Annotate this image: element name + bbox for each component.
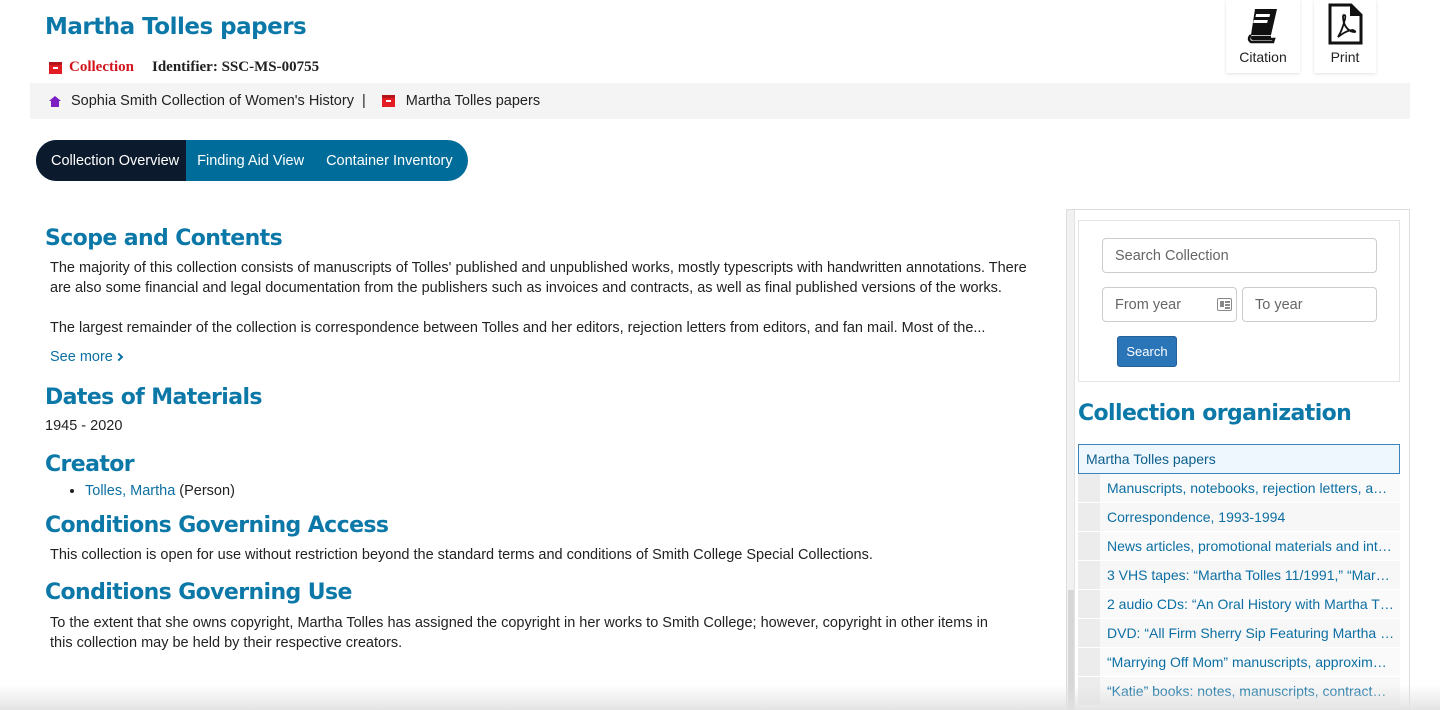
tab-finding-aid-view[interactable]: Finding Aid View bbox=[186, 140, 315, 181]
tree-indent bbox=[1078, 561, 1100, 590]
breadcrumb: Sophia Smith Collection of Women's Histo… bbox=[30, 83, 1410, 119]
sidebar: Search Collection From year To year Sear… bbox=[1066, 209, 1410, 710]
tree-indent bbox=[1078, 532, 1100, 561]
tree-item[interactable]: Correspondence, 1993-1994 bbox=[1078, 503, 1400, 532]
tree-item[interactable]: Manuscripts, notebooks, rejection letter… bbox=[1078, 474, 1400, 503]
tab-container-inventory[interactable]: Container Inventory bbox=[315, 140, 468, 181]
tree-indent bbox=[1078, 619, 1100, 648]
from-year-placeholder: From year bbox=[1115, 296, 1182, 313]
scope-paragraph-1: The majority of this collection consists… bbox=[50, 260, 1027, 296]
record-identifier: Identifier: SSC-MS-00755 bbox=[152, 59, 320, 75]
tree-root-item[interactable]: Martha Tolles papers bbox=[1078, 444, 1400, 474]
tree-item-label[interactable]: 3 VHS tapes: “Martha Tolles 11/1991,” “M… bbox=[1100, 561, 1400, 590]
tree-indent bbox=[1078, 677, 1100, 706]
collection-organization-heading: Collection organization bbox=[1078, 401, 1352, 426]
tree-indent bbox=[1078, 590, 1100, 619]
record-type-label: Collection bbox=[69, 59, 134, 75]
see-more-link[interactable]: See more bbox=[45, 349, 124, 365]
tree-item[interactable]: “Marrying Off Mom” manuscripts, approxim… bbox=[1078, 648, 1400, 677]
use-heading: Conditions Governing Use bbox=[45, 580, 352, 605]
record-meta: Collection Identifier: SSC-MS-00755 bbox=[49, 59, 319, 76]
chevron-right-icon bbox=[114, 352, 124, 362]
collection-search-form: Search Collection From year To year Sear… bbox=[1078, 220, 1400, 382]
pdf-file-icon bbox=[1328, 3, 1363, 45]
tree-item-label[interactable]: 2 audio CDs: “An Oral History with Marth… bbox=[1100, 590, 1400, 619]
scope-paragraph-2: The largest remainder of the collection … bbox=[50, 320, 986, 336]
tree-item[interactable]: 3 VHS tapes: “Martha Tolles 11/1991,” “M… bbox=[1078, 561, 1400, 590]
see-more-label: See more bbox=[50, 349, 113, 365]
tree-item-label[interactable]: Manuscripts, notebooks, rejection letter… bbox=[1100, 474, 1400, 503]
tree-item[interactable]: “Katie” books: notes, manuscripts, contr… bbox=[1078, 677, 1400, 706]
access-heading: Conditions Governing Access bbox=[45, 513, 389, 538]
tree-indent bbox=[1078, 648, 1100, 677]
dates-value: 1945 - 2020 bbox=[45, 418, 123, 434]
archive-box-icon bbox=[381, 95, 395, 107]
citation-button[interactable]: Citation bbox=[1226, 0, 1300, 73]
tree-indent bbox=[1078, 503, 1100, 532]
citation-label: Citation bbox=[1239, 49, 1287, 65]
page-title: Martha Tolles papers bbox=[45, 14, 307, 40]
tab-collection-overview[interactable]: Collection Overview bbox=[36, 140, 187, 181]
tree-children: Manuscripts, notebooks, rejection letter… bbox=[1078, 474, 1400, 706]
scrollbar-thumb[interactable] bbox=[1068, 590, 1074, 710]
print-label: Print bbox=[1330, 49, 1360, 65]
tree-item[interactable]: 2 audio CDs: “An Oral History with Marth… bbox=[1078, 590, 1400, 619]
contact-card-icon bbox=[1217, 298, 1232, 311]
use-text: To the extent that she owns copyright, M… bbox=[50, 615, 988, 651]
creator-list: Tolles, Martha (Person) bbox=[45, 483, 1045, 499]
book-icon bbox=[1247, 9, 1277, 44]
creator-item: Tolles, Martha (Person) bbox=[85, 483, 1045, 499]
search-collection-input[interactable]: Search Collection bbox=[1102, 238, 1377, 273]
creator-role: (Person) bbox=[175, 483, 235, 499]
dates-heading: Dates of Materials bbox=[45, 385, 263, 410]
from-year-input[interactable]: From year bbox=[1102, 287, 1237, 322]
tree-item-label[interactable]: “Marrying Off Mom” manuscripts, approxim… bbox=[1100, 648, 1400, 677]
breadcrumb-current: Martha Tolles papers bbox=[405, 93, 541, 109]
collection-tree: Martha Tolles papers Manuscripts, notebo… bbox=[1078, 444, 1400, 706]
tree-item-label[interactable]: News articles, promotional materials and… bbox=[1100, 532, 1400, 561]
main-content: Scope and Contents The majority of this … bbox=[45, 226, 1045, 653]
tree-item-label[interactable]: Correspondence, 1993-1994 bbox=[1100, 503, 1400, 532]
sidebar-scrollbar[interactable] bbox=[1067, 210, 1075, 710]
creator-heading: Creator bbox=[45, 452, 135, 477]
tree-item[interactable]: DVD: “All Firm Sherry Sip Featuring Mart… bbox=[1078, 619, 1400, 648]
print-button[interactable]: Print bbox=[1314, 0, 1376, 73]
to-year-input[interactable]: To year bbox=[1242, 287, 1377, 322]
home-icon bbox=[49, 95, 61, 107]
scope-heading: Scope and Contents bbox=[45, 226, 283, 251]
access-text: This collection is open for use without … bbox=[50, 547, 873, 563]
search-button[interactable]: Search bbox=[1117, 336, 1177, 367]
tree-item-label[interactable]: “Katie” books: notes, manuscripts, contr… bbox=[1100, 677, 1400, 706]
view-tabs: Collection Overview Finding Aid View Con… bbox=[36, 140, 468, 181]
archive-box-icon bbox=[49, 61, 62, 74]
breadcrumb-separator: | bbox=[361, 93, 366, 109]
tree-item[interactable]: News articles, promotional materials and… bbox=[1078, 532, 1400, 561]
tree-item-label[interactable]: DVD: “All Firm Sherry Sip Featuring Mart… bbox=[1100, 619, 1400, 648]
tree-indent bbox=[1078, 474, 1100, 503]
breadcrumb-repository-link[interactable]: Sophia Smith Collection of Women's Histo… bbox=[71, 93, 354, 109]
creator-link[interactable]: Tolles, Martha bbox=[85, 483, 175, 499]
